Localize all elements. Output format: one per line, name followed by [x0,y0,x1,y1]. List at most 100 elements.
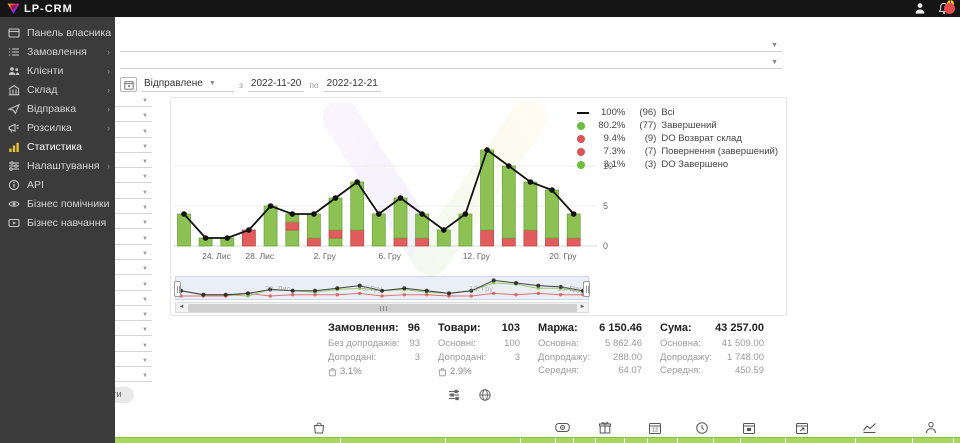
sidebar-item-label: Панель власника [27,27,111,39]
upsell-pct: 3.1% [340,366,362,377]
sidebar-item-label: Відправка [27,103,76,115]
chevron-down-icon: ▼ [142,327,148,333]
legend-label: DO Завершено [661,159,728,170]
chevron-down-icon: ▼ [142,174,148,180]
calendar-button[interactable] [120,77,137,92]
sidebar-item-business-helpers[interactable]: Бізнес помічники [0,194,115,213]
legend-count: (3) [630,159,656,170]
date-to-input[interactable]: 2022-12-21 [324,77,381,92]
navigator-right-handle[interactable] [583,281,590,297]
summary-margin: Маржа:6 150.46 Основна:5 862.46 Допродаж… [538,322,642,379]
legend-label: Завершений [661,120,716,131]
globe-icon[interactable] [478,388,492,402]
chart-navigator[interactable]: 28. Лис6. Гру13. Гру19. Гру [175,276,589,300]
date-filter-row: Відправлене ▼ з 2022-11-20 по 2022-12-21 [120,76,381,93]
chevron-down-icon: ▼ [142,266,148,272]
gift-icon[interactable] [598,421,612,435]
lp-crm-logo-icon [7,2,20,15]
legend-count: (9) [630,133,656,144]
sidebar-item-label: Статистика [27,141,82,153]
warehouse-icon [8,84,20,96]
legend-item-do-return[interactable]: 9.4%(9)DO Возврат склад [577,132,778,145]
table-row-completed[interactable] [115,437,960,443]
legend-item-all[interactable]: 100%(96)Всі [577,106,778,119]
legend-item-do-completed[interactable]: 3.1%(3)DO Завершено [577,158,778,171]
svg-text:5: 5 [603,201,608,211]
sidebar-item-warehouse[interactable]: Склад › [0,80,115,99]
dashboard-icon [8,27,20,39]
sidebar-item-owner-panel[interactable]: Панель власника [0,23,115,42]
manager-person-icon[interactable] [924,421,938,435]
sidebar-item-orders[interactable]: Замовлення › [0,42,115,61]
legend-dot-green [577,161,585,169]
sidebar-item-settings[interactable]: Налаштування › [0,156,115,175]
date-calendar-icon[interactable]: 12 [648,421,662,435]
chevron-down-icon: ▼ [142,373,148,379]
date-type-select[interactable]: Відправлене ▼ [142,77,234,92]
chevron-down-icon: ▼ [142,220,148,226]
chevron-down-icon: ▼ [142,251,148,257]
scrollbar-thumb[interactable] [188,304,577,313]
scroll-left-icon[interactable]: ◄ [176,303,187,312]
shipped-date-calendar-icon[interactable] [742,421,756,435]
chevron-down-icon: ▼ [142,358,148,364]
chart-legend: 100%(96)Всі 80.2%(77)Завершений 9.4%(9)D… [577,106,778,171]
chevron-down-icon: ▼ [142,190,148,196]
svg-text:6. Гру: 6. Гру [362,284,382,293]
support-icon[interactable] [944,3,955,14]
summary-total: Сума:43 257.00 Основна:41 509.00 Допрода… [660,322,764,379]
sidebar-item-business-training[interactable]: Бізнес навчання [0,213,115,232]
chevron-down-icon: ▼ [142,236,148,242]
summary-products: Товари:103 Основні:100 Допродані:3 2.9% [438,322,520,379]
sidebar-item-api[interactable]: API [0,175,115,194]
svg-text:24. Лис: 24. Лис [202,251,232,261]
sidebar-item-label: Замовлення [27,46,87,58]
updated-date-calendar-icon[interactable] [795,421,809,435]
upsell-pct: 2.9% [450,366,472,377]
navigator-left-handle[interactable] [174,281,181,297]
sidebar-nav: Панель власника Замовлення › Клієнти › С… [0,17,115,443]
views-eye-icon[interactable] [555,421,569,435]
date-from-input[interactable]: 2022-11-20 [248,77,304,92]
legend-count: (96) [630,107,656,118]
sidebar-item-shipping[interactable]: Відправка › [0,99,115,118]
chevron-right-icon: › [107,66,110,76]
status-chart-icon[interactable] [862,421,876,435]
chevron-down-icon: ▼ [771,42,778,49]
summary-stats-row: Замовлення:96 Без допродажів:93 Допродан… [328,322,764,379]
products-bag-icon[interactable] [312,421,326,435]
sidebar-item-label: Бізнес помічники [27,198,110,210]
chart-scrollbar[interactable]: ◄ ► [175,302,589,313]
time-clock-icon[interactable] [695,421,709,435]
sidebar-item-statistics[interactable]: Статистика [0,137,115,156]
sidebar-item-label: Клієнти [27,65,63,77]
chevron-down-icon: ▼ [142,98,148,104]
chevron-down-icon: ▼ [142,205,148,211]
legend-item-completed[interactable]: 80.2%(77)Завершений [577,119,778,132]
order-status-select[interactable]: ▼ [120,37,782,52]
navigator-mini-chart: 28. Лис6. Гру13. Гру19. Гру [176,277,588,299]
user-icon[interactable] [914,2,926,15]
chart-settings-icon[interactable] [447,388,461,402]
sidebar-item-mailing[interactable]: Розсилка › [0,118,115,137]
svg-text:28. Лис: 28. Лис [265,284,291,293]
sidebar-item-label: Налаштування [27,160,100,172]
legend-count: (7) [630,146,656,157]
scroll-right-icon[interactable]: ► [577,303,588,312]
from-label: з [239,80,243,90]
legend-label: DO Возврат склад [661,133,742,144]
brand-logo[interactable]: LP-CRM [0,2,73,15]
legend-pct: 100% [591,107,625,118]
sidebar-item-label: Склад [27,84,57,96]
chevron-down-icon: ▼ [142,312,148,318]
legend-label: Повернення (завершений) [661,146,778,157]
sidebar-item-clients[interactable]: Клієнти › [0,61,115,80]
summary-orders: Замовлення:96 Без допродажів:93 Допродан… [328,322,420,379]
orders-icon [8,46,20,58]
legend-line-swatch [577,112,589,114]
svg-text:12. Гру: 12. Гру [463,251,491,261]
product-filter-select[interactable]: ▼ [120,54,782,69]
mailing-icon [8,122,20,134]
legend-item-return-completed[interactable]: 7.3%(7)Повернення (завершений) [577,145,778,158]
app-root: LP-CRM 1 Панель власника Замовлення › Кл… [0,0,960,443]
